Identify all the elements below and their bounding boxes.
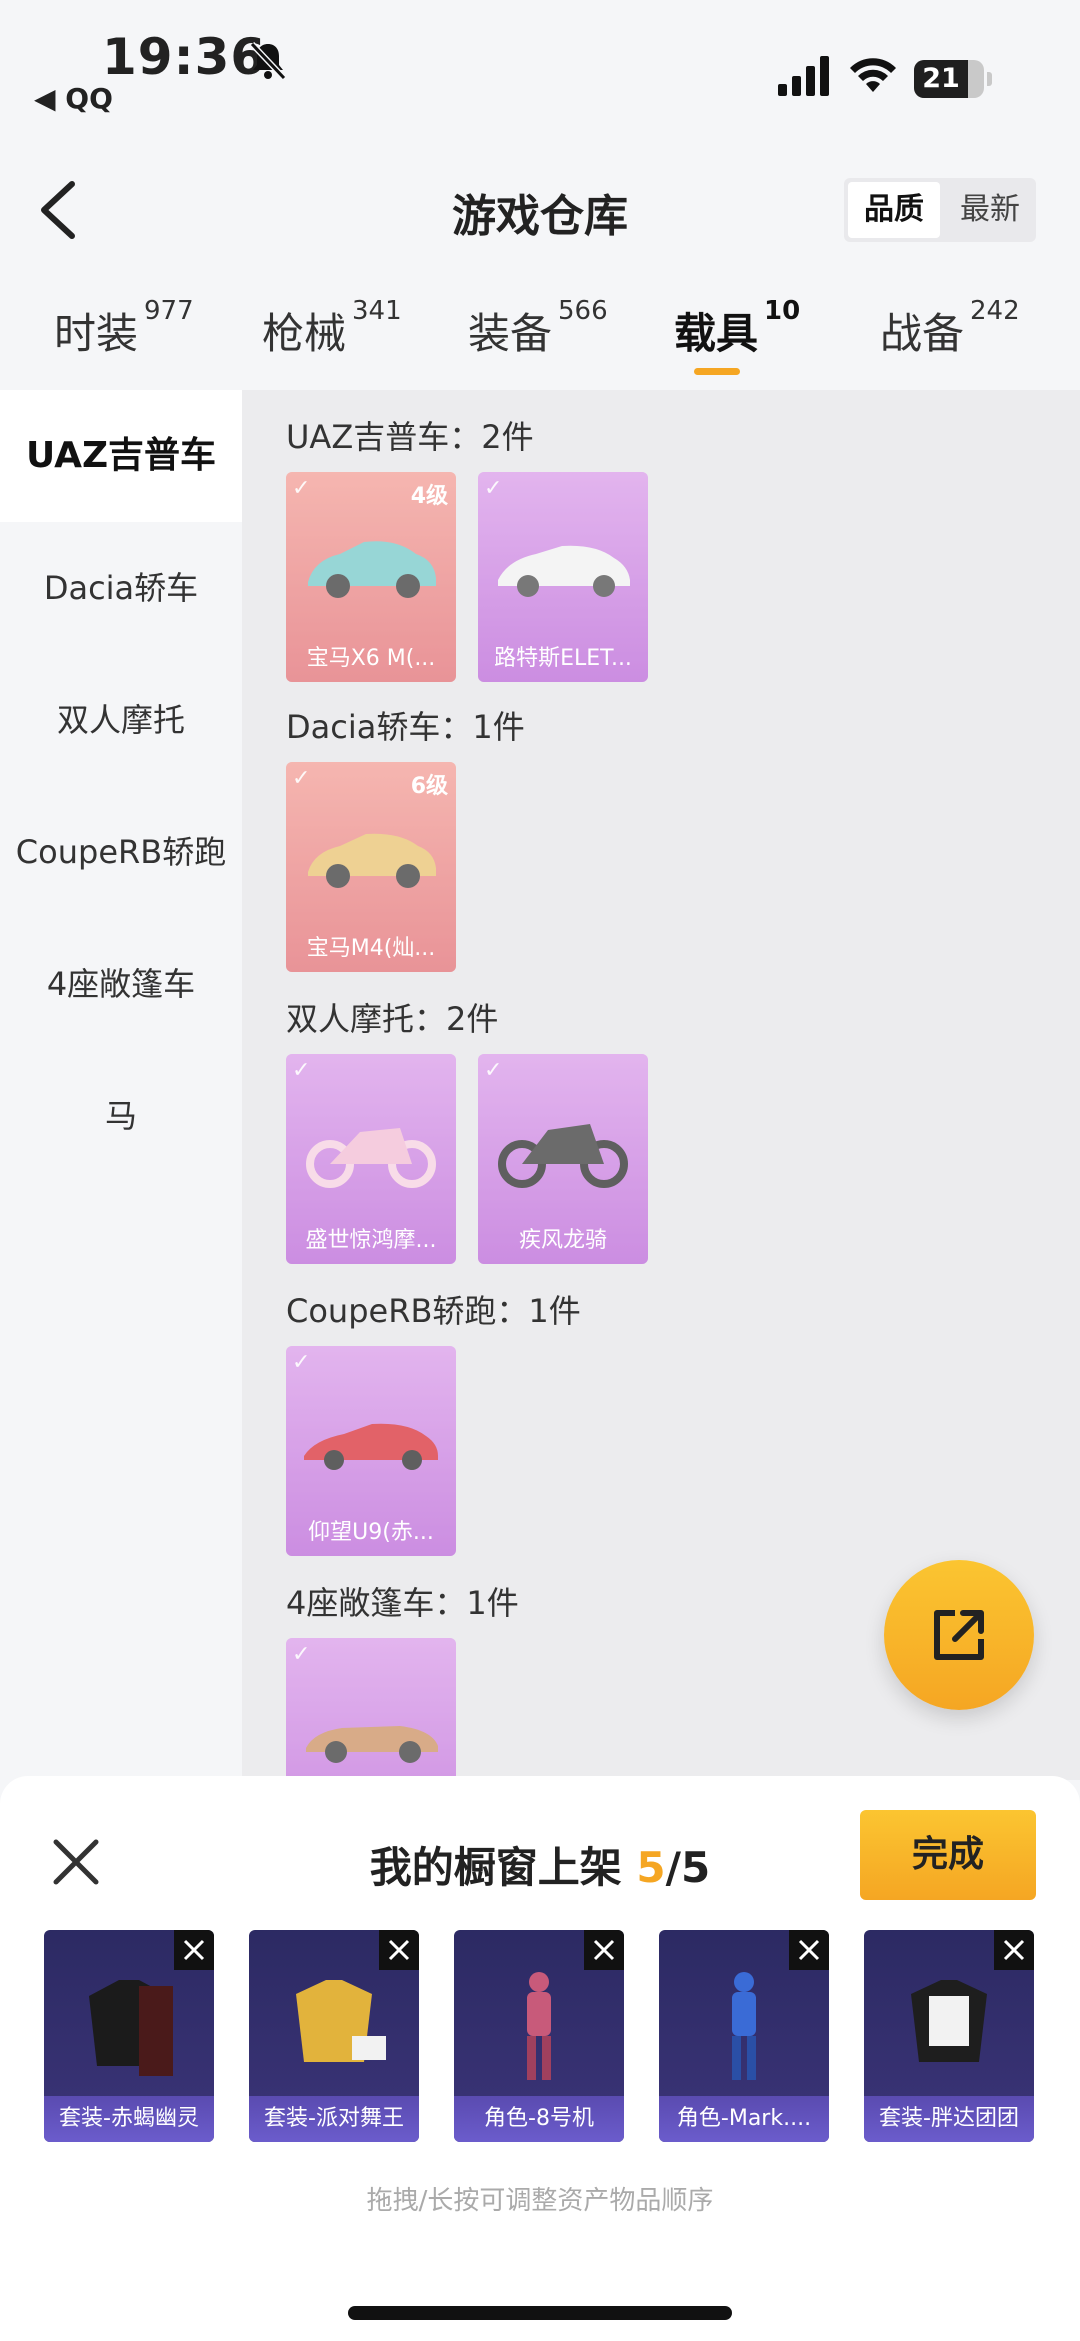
- showcase-item[interactable]: 套装-赤蝎幽灵: [44, 1930, 214, 2142]
- battery-level: 21: [914, 60, 968, 98]
- share-icon: [934, 1610, 984, 1660]
- battery-indicator: 21: [914, 60, 992, 98]
- tab-fashion[interactable]: 时装 977: [54, 296, 194, 361]
- group-title: CoupeRB轿跑：1件: [286, 1292, 581, 1330]
- remove-item-button[interactable]: [379, 1930, 419, 1970]
- showcase-item[interactable]: 角色-Mark....: [659, 1930, 829, 2142]
- back-to-app-link[interactable]: ◀ QQ: [34, 82, 113, 115]
- showcase-item-name: 套装-派对舞王: [249, 2096, 419, 2142]
- tab-count: 977: [144, 296, 194, 326]
- showcase-sheet: 我的橱窗上架 5/5 完成 套装-赤蝎幽灵 套装-派对舞王 角色-8号机 角色-…: [0, 1776, 1080, 2341]
- vehicle-card[interactable]: ✓: [286, 1638, 456, 1780]
- tab-count: 341: [352, 296, 402, 326]
- sidebar-item-uaz[interactable]: UAZ吉普车: [0, 390, 242, 522]
- status-bar: 19:36 ◀ QQ 21: [0, 0, 1080, 130]
- remove-item-button[interactable]: [789, 1930, 829, 1970]
- sort-latest-button[interactable]: 最新: [944, 178, 1036, 242]
- character-image: [732, 1972, 756, 2080]
- close-icon: [388, 1939, 410, 1961]
- character-image: [527, 1972, 551, 2080]
- remove-item-button[interactable]: [994, 1930, 1034, 1970]
- wifi-icon: [850, 58, 896, 92]
- header: 游戏仓库 品质 最新: [0, 150, 1080, 270]
- showcase-item-name: 角色-8号机: [454, 2096, 624, 2142]
- outfit-image: [296, 1980, 386, 2062]
- tab-count: 566: [558, 296, 608, 326]
- status-time: 19:36: [102, 28, 267, 86]
- sort-toggle: 品质 最新: [844, 178, 1036, 242]
- sidebar-item-horse[interactable]: 马: [0, 1050, 242, 1182]
- tab-equipment[interactable]: 装备 566: [468, 296, 608, 361]
- close-icon: [593, 1939, 615, 1961]
- showcase-item[interactable]: 套装-派对舞王: [249, 1930, 419, 2142]
- sort-quality-button[interactable]: 品质: [848, 182, 940, 238]
- done-button[interactable]: 完成: [860, 1810, 1036, 1900]
- showcase-item-name: 套装-赤蝎幽灵: [44, 2096, 214, 2142]
- tab-count: 10: [764, 296, 801, 326]
- remove-item-button[interactable]: [174, 1930, 214, 1970]
- tab-vehicles[interactable]: 载具 10: [674, 296, 800, 361]
- showcase-item[interactable]: 套装-胖达团团: [864, 1930, 1034, 2142]
- vehicle-card[interactable]: ✓ 盛世惊鸿摩...: [286, 1054, 456, 1264]
- group-title: UAZ吉普车：2件: [286, 418, 534, 456]
- reorder-hint: 拖拽/长按可调整资产物品顺序: [366, 2186, 714, 2216]
- vehicle-card[interactable]: ✓ 6级 宝马M4(灿...: [286, 762, 456, 972]
- mute-bell-icon: [249, 41, 287, 81]
- home-indicator[interactable]: [348, 2306, 732, 2320]
- outfit-image: [911, 1980, 987, 2062]
- remove-item-button[interactable]: [584, 1930, 624, 1970]
- vehicle-card[interactable]: ✓ 仰望U9(赤...: [286, 1346, 456, 1556]
- active-tab-indicator: [694, 368, 740, 375]
- tab-guns[interactable]: 枪械 341: [262, 296, 402, 361]
- showcase-item-name: 套装-胖达团团: [864, 2096, 1034, 2142]
- close-icon: [183, 1939, 205, 1961]
- group-title: 双人摩托：2件: [286, 1000, 499, 1038]
- close-icon: [798, 1939, 820, 1961]
- sidebar-item-couperb[interactable]: CoupeRB轿跑: [0, 786, 242, 918]
- vehicle-card[interactable]: ✓ 疾风龙骑: [478, 1054, 648, 1264]
- showcase-item-name: 角色-Mark....: [659, 2096, 829, 2142]
- group-title: Dacia轿车：1件: [286, 708, 525, 746]
- vehicle-card[interactable]: ✓ 4级 宝马X6 M(...: [286, 472, 456, 682]
- vehicle-type-sidebar: UAZ吉普车 Dacia轿车 双人摩托 CoupeRB轿跑 4座敞篷车 马: [0, 390, 242, 1780]
- showcase-count: 5: [636, 1843, 666, 1892]
- sidebar-item-convertible[interactable]: 4座敞篷车: [0, 918, 242, 1050]
- showcase-item[interactable]: 角色-8号机: [454, 1930, 624, 2142]
- group-title: 4座敞篷车：1件: [286, 1584, 519, 1622]
- tab-supplies[interactable]: 战备 242: [880, 296, 1020, 361]
- vehicle-card[interactable]: ✓ 路特斯ELET...: [478, 472, 648, 682]
- cellular-signal-icon: [778, 56, 829, 96]
- tab-count: 242: [970, 296, 1020, 326]
- sidebar-item-motorbike[interactable]: 双人摩托: [0, 654, 242, 786]
- close-icon: [1003, 1939, 1025, 1961]
- sidebar-item-dacia[interactable]: Dacia轿车: [0, 522, 242, 654]
- share-button[interactable]: [884, 1560, 1034, 1710]
- category-tabs: 时装 977 枪械 341 装备 566 载具 10 战备 242: [0, 290, 1080, 386]
- outfit-image: [89, 1980, 173, 2076]
